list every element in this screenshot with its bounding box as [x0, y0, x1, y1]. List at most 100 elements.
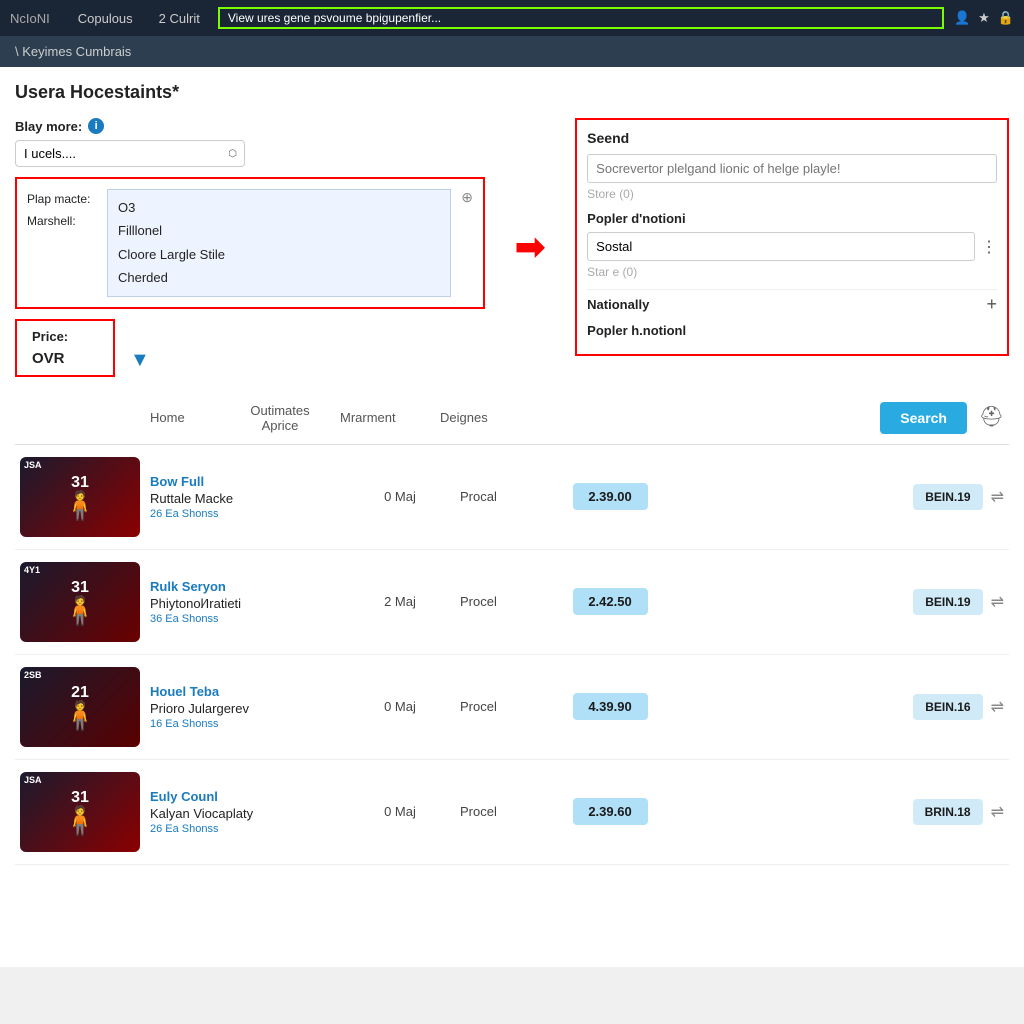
arrow-container: ➡ — [505, 118, 555, 377]
table-row: JSA 31 🧍 Euly Counl Kalyan Viocaplaty 26… — [15, 760, 1009, 865]
player-card-2: 2SB 21 🧍 — [20, 667, 140, 747]
plap-item-2[interactable]: Cloore Largle Stile — [118, 243, 440, 266]
blay-more-label: Blay more: i — [15, 118, 485, 134]
card-figure-2: 🧍 — [63, 702, 98, 730]
row-action-2: BEIN.16 ⇌ — [913, 694, 1004, 720]
table-row: JSA 31 🧍 Bow Full Ruttale Macke 26 Ea Sh… — [15, 445, 1009, 550]
blay-more-select[interactable]: I ucels.... — [15, 140, 245, 167]
price-ovr-row: Price: OVR ▼ — [15, 319, 485, 377]
eq-icon-3[interactable]: ⇌ — [991, 802, 1004, 822]
price-value: OVR — [32, 350, 98, 367]
plap-item-1[interactable]: Filllonel — [118, 219, 440, 242]
row-name-0[interactable]: Bow Full — [150, 474, 340, 489]
row-price-2: 4.39.90 — [573, 693, 648, 720]
row-info-3: Euly Counl Kalyan Viocaplaty 26 Ea Shons… — [140, 789, 340, 835]
nav-highlight[interactable]: View ures gene psvoume bpigupenfier... — [218, 7, 944, 29]
action-btn-2[interactable]: BEIN.16 — [913, 694, 982, 720]
seend-title: Seend — [587, 130, 997, 146]
nav-item-copulous[interactable]: Copulous — [70, 11, 141, 26]
table-row: 2SB 21 🧍 Houel Teba Prioro Julargerev 16… — [15, 655, 1009, 760]
dots-button[interactable]: ⋮ — [981, 237, 997, 257]
nationally-plus-button[interactable]: + — [986, 294, 997, 315]
plap-macte-box: Plap macte: Marshell: O3 Filllonel Cloor… — [15, 177, 485, 309]
plap-list[interactable]: O3 Filllonel Cloore Largle Stile Cherded — [107, 189, 451, 297]
row-mrarment-2: Procel — [460, 699, 560, 714]
card-figure-0: 🧍 — [63, 492, 98, 520]
info-icon: i — [88, 118, 104, 134]
row-deignes-0: 2.39.00 — [560, 483, 660, 510]
action-btn-0[interactable]: BEIN.19 — [913, 484, 982, 510]
row-name-3[interactable]: Euly Counl — [150, 789, 340, 804]
card-figure-3: 🧍 — [63, 807, 98, 835]
plap-pin-icon[interactable]: ⊕ — [461, 189, 473, 206]
popler-h-label: Popler h.notionl — [587, 323, 997, 338]
row-meta-3: 26 Ea Shonss — [150, 823, 340, 835]
star-label: Star e (0) — [587, 265, 997, 279]
action-btn-1[interactable]: BEIN.19 — [913, 589, 982, 615]
row-mrarment-1: Procel — [460, 594, 560, 609]
nav-icons: 👤 ★ 🔒 — [954, 10, 1014, 26]
action-btn-3[interactable]: BRIN.18 — [913, 799, 983, 825]
nationally-label: Nationally — [587, 297, 649, 312]
row-action-0: BEIN.19 ⇌ — [913, 484, 1004, 510]
store-label: Store (0) — [587, 187, 997, 201]
row-subname-2: Prioro Julargerev — [150, 701, 340, 716]
th-search: Search ⛑ — [880, 402, 1004, 434]
row-deignes-1: 2.42.50 — [560, 588, 660, 615]
plap-label: Plap macte: Marshell: — [27, 189, 97, 232]
plap-item-0[interactable]: O3 — [118, 196, 440, 219]
table-body: JSA 31 🧍 Bow Full Ruttale Macke 26 Ea Sh… — [15, 445, 1009, 865]
row-mrarment-0: Procal — [460, 489, 560, 504]
row-outimates-3: 0 Maj — [340, 804, 460, 819]
row-subname-3: Kalyan Viocaplaty — [150, 806, 340, 821]
page-title: Usera Hocestaints* — [15, 82, 1009, 103]
card-figure-1: 🧍 — [63, 597, 98, 625]
row-name-1[interactable]: Rulk Seryon — [150, 579, 340, 594]
left-filters: Blay more: i I ucels.... Plap macte: Mar… — [15, 118, 485, 377]
th-deignes: Deignes — [440, 410, 540, 425]
lock-icon[interactable]: 🔒 — [998, 10, 1014, 26]
filters-row: Blay more: i I ucels.... Plap macte: Mar… — [15, 118, 1009, 377]
nav-item-culrit[interactable]: 2 Culrit — [151, 11, 208, 26]
price-box: Price: OVR — [15, 319, 115, 377]
helmet-icon[interactable]: ⛑ — [979, 406, 1004, 428]
breadcrumb: \ Keyimes Cumbrais — [0, 36, 1024, 67]
seend-input[interactable] — [587, 154, 997, 183]
row-deignes-2: 4.39.90 — [560, 693, 660, 720]
row-outimates-2: 0 Maj — [340, 699, 460, 714]
search-button[interactable]: Search — [880, 402, 967, 434]
blay-more-select-wrapper: I ucels.... — [15, 140, 245, 167]
row-price-3: 2.39.60 — [573, 798, 648, 825]
seend-box: Seend Store (0) Popler d'notioni ⋮ Star … — [575, 118, 1009, 356]
plap-item-3[interactable]: Cherded — [118, 266, 440, 289]
row-info-2: Houel Teba Prioro Julargerev 16 Ea Shons… — [140, 684, 340, 730]
row-action-1: BEIN.19 ⇌ — [913, 589, 1004, 615]
nav-logo: NcIoNI — [10, 11, 50, 26]
th-home: Home — [20, 410, 220, 425]
eq-icon-2[interactable]: ⇌ — [991, 697, 1004, 717]
popler-input[interactable] — [587, 232, 975, 261]
popler-input-row: ⋮ — [587, 232, 997, 261]
user-icon[interactable]: 👤 — [954, 10, 970, 26]
popler-label: Popler d'notioni — [587, 211, 997, 226]
row-info-1: Rulk Seryon Phiytonol∕Iratieti 36 Ea Sho… — [140, 579, 340, 625]
row-outimates-0: 0 Maj — [340, 489, 460, 504]
card-num-2: 21 — [71, 684, 89, 702]
eq-icon-1[interactable]: ⇌ — [991, 592, 1004, 612]
eq-icon-0[interactable]: ⇌ — [991, 487, 1004, 507]
card-badge-3: JSA — [24, 776, 42, 785]
table-header: Home Outimates Aprice Mrarment Deignes S… — [15, 392, 1009, 445]
star-icon[interactable]: ★ — [978, 10, 990, 26]
card-badge-0: JSA — [24, 461, 42, 470]
table-row: 4Y1 31 🧍 Rulk Seryon Phiytonol∕Iratieti … — [15, 550, 1009, 655]
dropdown-arrow[interactable]: ▼ — [130, 319, 150, 377]
row-outimates-1: 2 Maj — [340, 594, 460, 609]
card-badge-2: 2SB — [24, 671, 42, 680]
row-meta-1: 36 Ea Shonss — [150, 613, 340, 625]
row-price-1: 2.42.50 — [573, 588, 648, 615]
row-name-2[interactable]: Houel Teba — [150, 684, 340, 699]
row-price-0: 2.39.00 — [573, 483, 648, 510]
main-content: Usera Hocestaints* Blay more: i I ucels.… — [0, 67, 1024, 967]
row-meta-0: 26 Ea Shonss — [150, 508, 340, 520]
card-num-1: 31 — [71, 579, 89, 597]
